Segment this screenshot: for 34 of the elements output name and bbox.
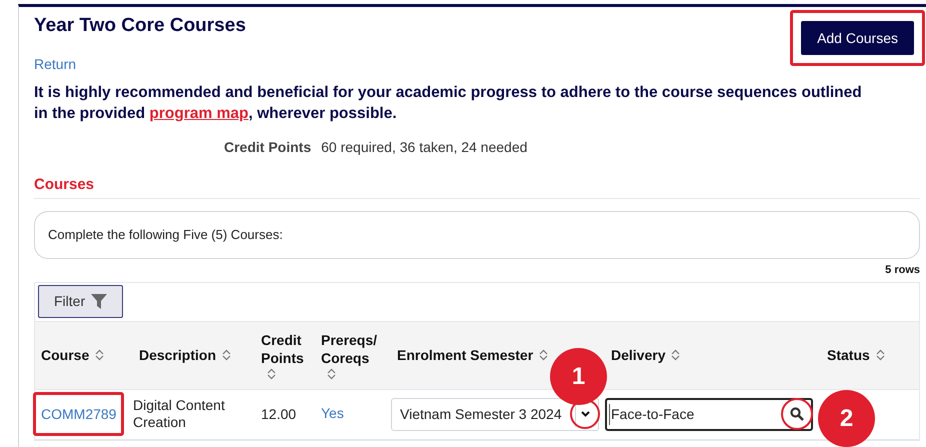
credit-points-value: 60 required, 36 taken, 24 needed (321, 139, 528, 155)
filter-icon (91, 294, 108, 309)
column-header[interactable]: Enrolment Semester (397, 346, 548, 364)
sort-icon[interactable] (95, 349, 104, 361)
search-icon[interactable] (790, 407, 804, 421)
program-map-link[interactable]: program map (149, 105, 248, 122)
page-title: Year Two Core Courses (34, 14, 246, 38)
column-header[interactable]: Credit Points (261, 330, 309, 380)
section-heading: Courses (34, 177, 920, 199)
column-header[interactable]: Status (827, 346, 885, 364)
column-header[interactable]: Prereqs/ Coreqs (321, 330, 385, 380)
credit-points-label: Credit Points (224, 139, 312, 155)
prereqs-link[interactable]: Yes (321, 405, 344, 421)
delivery-field[interactable]: Face-to-Face (605, 398, 813, 430)
table-cell-text: 12.00 (260, 404, 298, 424)
column-header[interactable]: Course (41, 346, 104, 364)
callout-badge: 2 (818, 390, 875, 447)
sort-icon[interactable] (222, 349, 232, 361)
chevron-down-icon[interactable] (581, 411, 590, 417)
column-header[interactable]: Delivery (611, 346, 680, 364)
sort-icon[interactable] (876, 349, 885, 361)
sort-icon[interactable] (327, 368, 336, 380)
sort-icon[interactable] (267, 368, 276, 380)
row-count: 5 rows (885, 263, 920, 278)
add-courses-button[interactable]: Add Courses (801, 21, 914, 55)
return-link[interactable]: Return (34, 56, 246, 72)
filter-button[interactable]: Filter (38, 285, 124, 318)
notice-text: It is highly recommended and beneficial for your academic progress to adhere to the course sequences outlined in the provided program map, wherever possible. (34, 83, 863, 124)
course-link[interactable]: COMM2789 (33, 392, 124, 436)
sort-icon[interactable] (671, 349, 680, 361)
column-header[interactable]: Description (139, 346, 232, 364)
table-cell-text: Digital Content Creation (133, 397, 226, 431)
instruction-text: Complete the following Five (5) Courses: (48, 226, 283, 244)
sort-icon[interactable] (539, 349, 548, 361)
